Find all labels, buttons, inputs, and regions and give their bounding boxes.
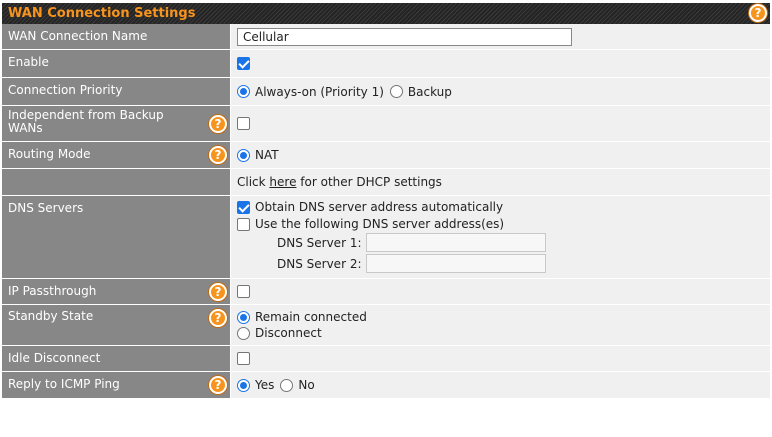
icmp-no-radio[interactable] — [280, 378, 294, 392]
dns-server-1-input[interactable] — [365, 233, 546, 253]
icmp-yes-radio[interactable] — [237, 378, 250, 392]
help-icon[interactable]: ? — [209, 376, 227, 394]
row-connection-priority: Connection Priority Always-on (Priority … — [2, 78, 770, 106]
row-wan-connection-name: WAN Connection Name — [2, 24, 770, 50]
help-icon[interactable]: ? — [209, 114, 227, 133]
row-dhcp-settings: Click here for other DHCP settings — [2, 169, 770, 196]
help-icon[interactable]: ? — [209, 282, 227, 301]
priority-always-on-radio[interactable] — [237, 85, 250, 98]
standby-disconnect-option[interactable]: Disconnect — [237, 326, 322, 340]
dns-manual-option[interactable]: Use the following DNS server address(es) — [237, 217, 504, 231]
label-connection-priority: Connection Priority — [2, 78, 231, 105]
dns-server-2-input[interactable] — [365, 254, 546, 274]
help-icon[interactable]: ? — [749, 4, 767, 22]
label-standby-state: Standby State ? — [2, 305, 231, 345]
dns-auto-option[interactable]: Obtain DNS server address automatically — [237, 200, 503, 214]
row-reply-icmp-ping: Reply to ICMP Ping ? Yes No — [2, 372, 770, 399]
label-wan-connection-name: WAN Connection Name — [2, 24, 231, 49]
label-dns-servers: DNS Servers — [2, 196, 231, 278]
help-icon[interactable]: ? — [209, 309, 227, 327]
idle-disconnect-checkbox[interactable] — [237, 352, 250, 365]
wan-connection-settings-panel: WAN Connection Settings ? WAN Connection… — [2, 3, 770, 399]
row-ip-passthrough: IP Passthrough ? — [2, 279, 770, 305]
priority-always-on-option[interactable]: Always-on (Priority 1) — [237, 85, 384, 99]
dns-manual-checkbox[interactable] — [237, 217, 250, 231]
routing-nat-radio[interactable] — [237, 148, 250, 162]
panel-title: WAN Connection Settings — [8, 6, 196, 21]
standby-remain-connected-radio[interactable] — [237, 310, 250, 324]
priority-backup-option[interactable]: Backup — [389, 85, 452, 99]
row-idle-disconnect: Idle Disconnect — [2, 346, 770, 372]
row-independent-backup: Independent from Backup WANs ? — [2, 106, 770, 142]
label-ip-passthrough: IP Passthrough ? — [2, 279, 231, 304]
label-independent-backup: Independent from Backup WANs ? — [2, 106, 231, 141]
icmp-no-option[interactable]: No — [280, 378, 315, 392]
row-routing-mode: Routing Mode ? NAT — [2, 142, 770, 169]
ip-passthrough-checkbox[interactable] — [237, 285, 250, 298]
label-routing-mode: Routing Mode ? — [2, 142, 231, 168]
help-icon[interactable]: ? — [209, 146, 227, 164]
standby-disconnect-radio[interactable] — [237, 326, 250, 340]
wan-connection-name-input[interactable] — [237, 27, 572, 46]
routing-nat-option[interactable]: NAT — [237, 148, 279, 162]
label-enable: Enable — [2, 50, 231, 77]
panel-header: WAN Connection Settings ? — [2, 3, 770, 24]
independent-backup-checkbox[interactable] — [237, 117, 250, 130]
row-dns-servers: DNS Servers Obtain DNS server address au… — [2, 196, 770, 279]
priority-backup-radio[interactable] — [389, 85, 403, 98]
row-enable: Enable — [2, 50, 770, 78]
label-idle-disconnect: Idle Disconnect — [2, 346, 231, 371]
dhcp-settings-link[interactable]: here — [269, 175, 296, 189]
enable-checkbox[interactable] — [237, 57, 250, 70]
dns-server-2-label: DNS Server 2: — [277, 256, 362, 271]
label-reply-icmp-ping: Reply to ICMP Ping ? — [2, 372, 231, 398]
standby-remain-connected-option[interactable]: Remain connected — [237, 310, 367, 324]
icmp-yes-option[interactable]: Yes — [237, 378, 274, 392]
row-standby-state: Standby State ? Remain connected Disconn… — [2, 305, 770, 346]
dns-server-1-label: DNS Server 1: — [277, 235, 362, 250]
dns-auto-checkbox[interactable] — [237, 200, 250, 214]
